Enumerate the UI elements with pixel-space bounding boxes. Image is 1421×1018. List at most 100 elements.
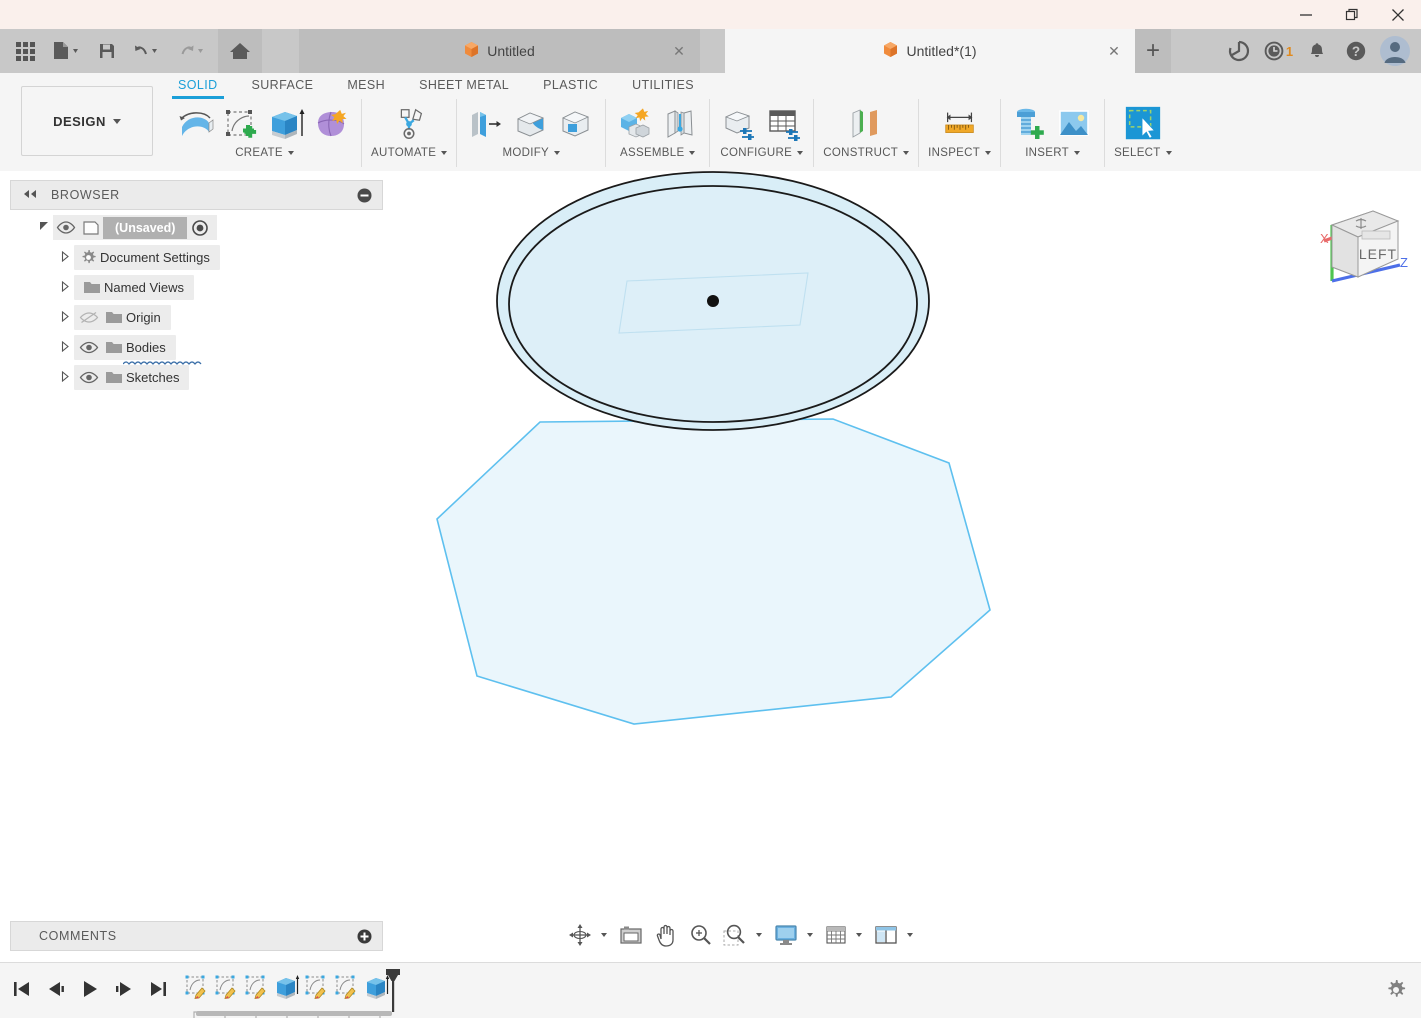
timeline-feature-sketch[interactable] <box>242 971 272 1003</box>
chevron-down-icon[interactable] <box>756 933 762 937</box>
timeline-feature-sketch[interactable] <box>332 971 362 1003</box>
new-sketch-surface-icon[interactable] <box>177 103 217 145</box>
offset-plane-icon[interactable] <box>846 103 886 145</box>
chevron-down-icon[interactable] <box>856 933 862 937</box>
timeline-horizontal-scrollbar[interactable] <box>196 1011 392 1016</box>
browser-item-bodies[interactable]: Bodies <box>10 335 383 365</box>
ribbon-panel-modify-label[interactable]: MODIFY <box>502 147 560 159</box>
timeline-feature-sketch[interactable] <box>182 971 212 1003</box>
close-button[interactable] <box>1375 0 1421 29</box>
pan-tool-icon[interactable] <box>653 922 679 948</box>
add-comment-icon[interactable] <box>357 929 372 944</box>
insert-canvas-icon[interactable] <box>1055 103 1095 145</box>
select-tool-icon[interactable] <box>1123 103 1163 145</box>
bodies-visibility-eye-icon[interactable] <box>76 341 102 354</box>
chevron-right-icon[interactable] <box>57 340 74 355</box>
activate-component-radio[interactable] <box>187 219 213 237</box>
undo-icon[interactable] <box>126 33 170 69</box>
workspace-selector[interactable]: DESIGN <box>21 86 153 156</box>
help-icon[interactable]: ? <box>1338 31 1374 71</box>
browser-root-row[interactable]: (Unsaved) <box>10 215 383 240</box>
timeline-settings-gear-icon[interactable] <box>1385 979 1407 1006</box>
measure-icon[interactable] <box>940 103 980 145</box>
expand-arrow-icon[interactable] <box>36 221 53 235</box>
create-form-icon[interactable] <box>312 103 352 145</box>
create-configuration-icon[interactable] <box>719 103 759 145</box>
ribbon-panel-inspect-label[interactable]: INSPECT <box>928 147 992 159</box>
design-canvas[interactable]: LEFT X Z <box>391 171 1421 1018</box>
look-at-tool-icon[interactable] <box>617 922 645 948</box>
document-tab-close-1[interactable]: ✕ <box>1105 42 1123 60</box>
new-tab-button[interactable]: + <box>1135 29 1171 73</box>
browser-minimize-icon[interactable] <box>357 188 372 203</box>
restore-button[interactable] <box>1329 0 1375 29</box>
new-component-icon[interactable] <box>615 103 655 145</box>
collapse-browser-icon[interactable] <box>21 189 39 202</box>
browser-item-named-views[interactable]: Named Views <box>10 275 383 300</box>
step-back-icon[interactable] <box>44 975 68 1003</box>
save-icon[interactable] <box>90 33 124 69</box>
ribbon-tab-solid[interactable]: SOLID <box>172 75 223 99</box>
joint-icon[interactable] <box>660 103 700 145</box>
timeline-feature-sketch[interactable] <box>302 971 332 1003</box>
grid-and-snaps-icon[interactable] <box>823 922 849 948</box>
account-avatar[interactable] <box>1377 31 1413 71</box>
browser-item-origin[interactable]: Origin <box>10 305 383 330</box>
viewports-icon[interactable] <box>872 922 900 948</box>
chevron-right-icon[interactable] <box>57 280 74 295</box>
fillet-icon[interactable] <box>511 103 551 145</box>
chevron-down-icon[interactable] <box>807 933 813 937</box>
minimize-button[interactable] <box>1283 0 1329 29</box>
ribbon-panel-create-label[interactable]: CREATE <box>235 147 294 159</box>
play-icon[interactable] <box>78 975 102 1003</box>
timeline-feature-sketch[interactable] <box>212 971 242 1003</box>
ribbon-tab-utilities[interactable]: UTILITIES <box>632 75 694 95</box>
extrude-icon[interactable] <box>267 103 307 145</box>
sketch-polygon[interactable] <box>436 418 991 725</box>
create-sketch-icon[interactable] <box>222 103 262 145</box>
ribbon-panel-select-label[interactable]: SELECT <box>1114 147 1172 159</box>
document-tab-close-0[interactable]: ✕ <box>670 42 688 60</box>
redo-icon[interactable] <box>172 33 216 69</box>
orbit-tool-icon[interactable] <box>566 922 594 948</box>
go-to-beginning-icon[interactable] <box>10 975 34 1003</box>
timeline-feature-extrude[interactable] <box>272 971 302 1003</box>
show-data-panel-icon[interactable] <box>8 33 42 69</box>
display-settings-icon[interactable] <box>772 922 800 948</box>
origin-visibility-eye-off-icon[interactable] <box>76 311 102 324</box>
browser-item-document-settings[interactable]: Document Settings <box>10 245 383 270</box>
ribbon-panel-assemble-label[interactable]: ASSEMBLE <box>620 147 696 159</box>
step-forward-icon[interactable] <box>112 975 136 1003</box>
configuration-table-icon[interactable] <box>764 103 804 145</box>
sketch-origin-point[interactable] <box>707 295 719 307</box>
zoom-tool-icon[interactable] <box>687 922 715 948</box>
sketches-visibility-eye-icon[interactable] <box>76 371 102 384</box>
ribbon-tab-mesh[interactable]: MESH <box>347 75 385 95</box>
insert-mcmaster-component-icon[interactable] <box>1010 103 1050 145</box>
ribbon-panel-construct-label[interactable]: CONSTRUCT <box>823 147 910 159</box>
browser-item-sketches[interactable]: Sketches <box>10 365 383 390</box>
shell-icon[interactable] <box>556 103 596 145</box>
zoom-window-tool-icon[interactable] <box>721 922 749 948</box>
ribbon-panel-configure-label[interactable]: CONFIGURE <box>720 147 804 159</box>
ribbon-tab-surface[interactable]: SURFACE <box>252 75 314 95</box>
go-to-end-icon[interactable] <box>146 975 170 1003</box>
root-visibility-eye-icon[interactable] <box>53 221 79 234</box>
press-pull-icon[interactable] <box>466 103 506 145</box>
document-tab-0[interactable]: Untitled ✕ <box>299 29 700 73</box>
home-button[interactable] <box>218 29 262 73</box>
chevron-right-icon[interactable] <box>57 310 74 325</box>
chevron-right-icon[interactable] <box>57 250 74 265</box>
chevron-down-icon[interactable] <box>907 933 913 937</box>
chevron-down-icon[interactable] <box>601 933 607 937</box>
notifications-bell-icon[interactable] <box>1299 31 1335 71</box>
generative-design-icon[interactable] <box>389 103 429 145</box>
ribbon-panel-automate-label[interactable]: AUTOMATE <box>371 147 448 159</box>
view-cube[interactable]: LEFT X Z <box>1310 195 1412 296</box>
root-node-label[interactable]: (Unsaved) <box>103 216 188 239</box>
ribbon-tab-plastic[interactable]: PLASTIC <box>543 75 598 95</box>
ribbon-tab-sheet-metal[interactable]: SHEET METAL <box>419 75 509 95</box>
document-tab-1[interactable]: Untitled*(1) ✕ <box>725 29 1135 73</box>
job-status-icon[interactable]: 1 <box>1260 31 1296 71</box>
chevron-right-icon[interactable] <box>57 370 74 385</box>
